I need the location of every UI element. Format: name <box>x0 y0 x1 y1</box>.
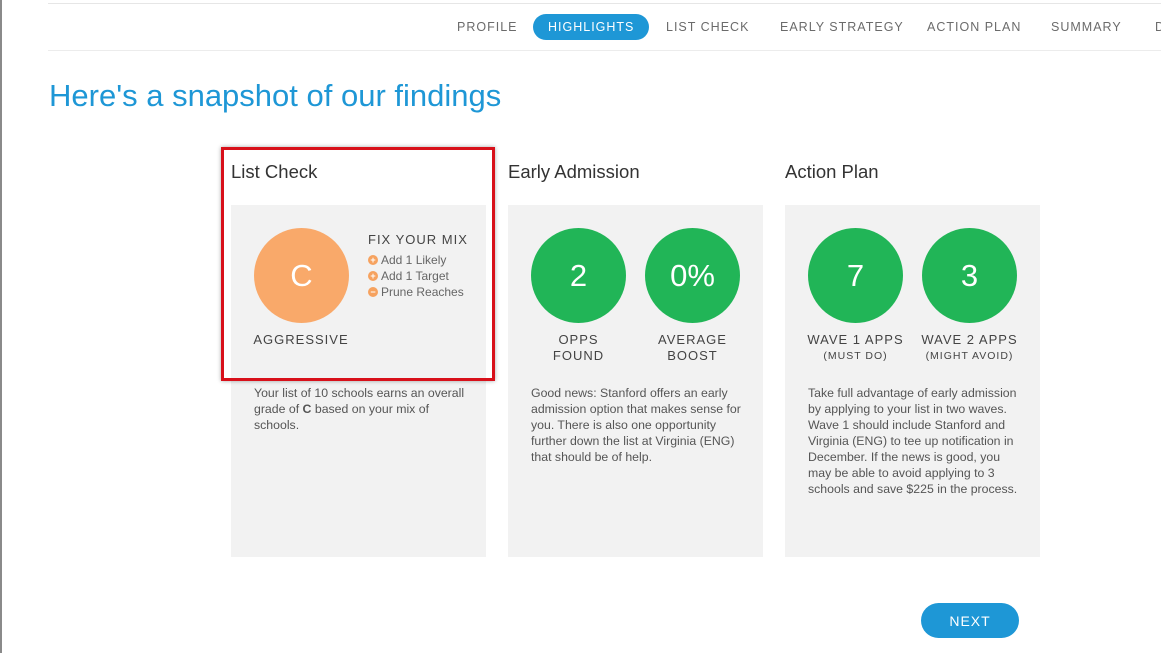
opps-found-circle: 2 <box>531 228 626 323</box>
tab-list-check[interactable]: LIST CHECK <box>666 14 749 40</box>
caption-line: BOOST <box>667 348 718 363</box>
early-admission-description: Good news: Stanford offers an early admi… <box>531 386 741 464</box>
highlight-annotation-box <box>221 147 495 381</box>
next-button[interactable]: NEXT <box>921 603 1019 638</box>
tab-summary[interactable]: SUMMARY <box>1051 14 1122 40</box>
list-check-description: Your list of 10 schools earns an overall… <box>254 385 466 433</box>
caption-line: AVERAGE <box>658 332 727 347</box>
caption-subline: (MUST DO) <box>823 350 888 362</box>
caption-line: OPPS <box>558 332 599 347</box>
action-plan-description: Take full advantage of early admission b… <box>808 386 1018 496</box>
wave1-label: WAVE 1 APPS (MUST DO) <box>790 332 921 364</box>
early-admission-card: 2 OPPS FOUND 0% AVERAGE BOOST Good news:… <box>508 205 763 557</box>
early-admission-title: Early Admission <box>508 161 640 182</box>
caption-line: WAVE 1 APPS <box>807 332 904 347</box>
action-plan-card: 7 WAVE 1 APPS (MUST DO) 3 WAVE 2 APPS (M… <box>785 205 1040 557</box>
caption-subline: (MIGHT AVOID) <box>925 350 1014 362</box>
opps-found-label: OPPS FOUND <box>518 332 639 364</box>
nav-divider <box>48 50 1161 51</box>
average-boost-label: AVERAGE BOOST <box>632 332 753 364</box>
action-plan-title: Action Plan <box>785 161 879 182</box>
tab-early-strategy[interactable]: EARLY STRATEGY <box>780 14 904 40</box>
wave1-circle: 7 <box>808 228 903 323</box>
wave2-label: WAVE 2 APPS (MIGHT AVOID) <box>904 332 1035 364</box>
page-title: Here's a snapshot of our findings <box>49 78 502 113</box>
tab-profile[interactable]: PROFILE <box>457 14 518 40</box>
caption-line: FOUND <box>552 348 605 363</box>
caption-line: WAVE 2 APPS <box>921 332 1018 347</box>
tab-highlights[interactable]: HIGHLIGHTS <box>533 14 650 40</box>
tab-action-plan[interactable]: ACTION PLAN <box>927 14 1021 40</box>
average-boost-circle: 0% <box>645 228 740 323</box>
wave2-circle: 3 <box>922 228 1017 323</box>
tab-truncated[interactable]: D <box>1155 14 1161 40</box>
top-divider <box>48 3 1161 4</box>
window-left-edge <box>0 0 2 653</box>
